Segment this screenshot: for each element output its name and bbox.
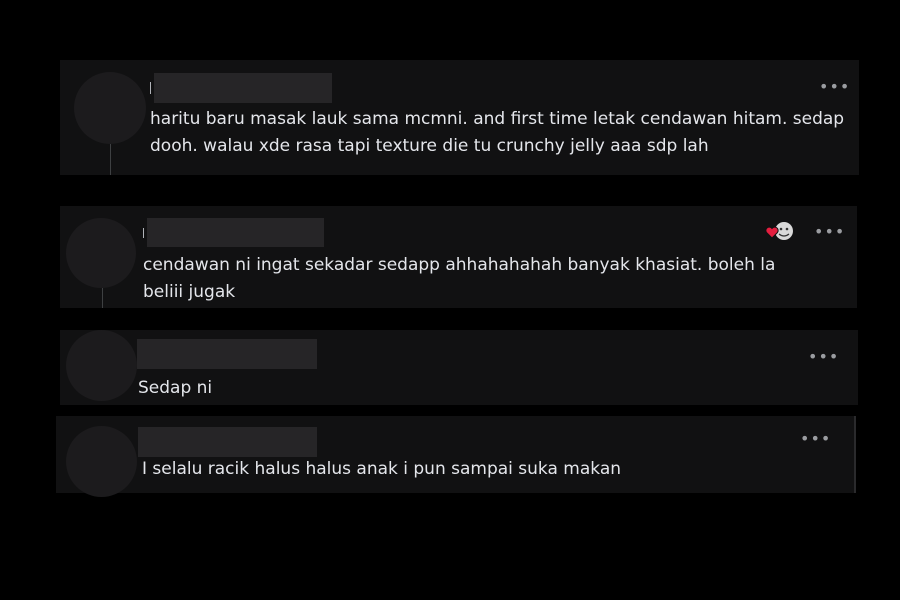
thread-line xyxy=(102,288,103,308)
comment-card: ••• I selalu racik halus halus anak i pu… xyxy=(56,416,856,497)
avatar[interactable] xyxy=(66,330,137,401)
comment-card: ••• cendawan ni ingat sekadar sedapp ahh… xyxy=(60,206,857,308)
comment-text: I selalu racik halus halus anak i pun sa… xyxy=(142,459,622,479)
author-name-redacted[interactable] xyxy=(138,427,317,457)
more-options-icon[interactable]: ••• xyxy=(808,349,839,365)
comment-card: ••• Sedap ni xyxy=(60,330,858,405)
more-options-icon[interactable]: ••• xyxy=(800,431,831,447)
comment-text: cendawan ni ingat sekadar sedapp ahhahah… xyxy=(143,255,776,302)
comment-card: ••• haritu baru masak lauk sama mcmni. a… xyxy=(60,60,859,175)
author-name-redacted[interactable] xyxy=(154,73,332,103)
author-name-fragment xyxy=(150,82,151,94)
author-name-redacted[interactable] xyxy=(137,339,317,369)
heart-icon xyxy=(765,226,779,239)
reactions[interactable] xyxy=(764,220,794,242)
thread-line xyxy=(110,144,111,175)
more-options-icon[interactable]: ••• xyxy=(819,79,850,95)
author-name-fragment xyxy=(143,228,144,238)
more-options-icon[interactable]: ••• xyxy=(814,224,845,240)
comment-text: Sedap ni xyxy=(138,378,213,398)
avatar[interactable] xyxy=(66,218,136,288)
avatar[interactable] xyxy=(66,426,137,497)
author-name-redacted[interactable] xyxy=(147,218,324,247)
reaction-icons xyxy=(765,222,793,240)
comment-text: haritu baru masak lauk sama mcmni. and f… xyxy=(150,109,845,156)
avatar[interactable] xyxy=(74,72,146,144)
